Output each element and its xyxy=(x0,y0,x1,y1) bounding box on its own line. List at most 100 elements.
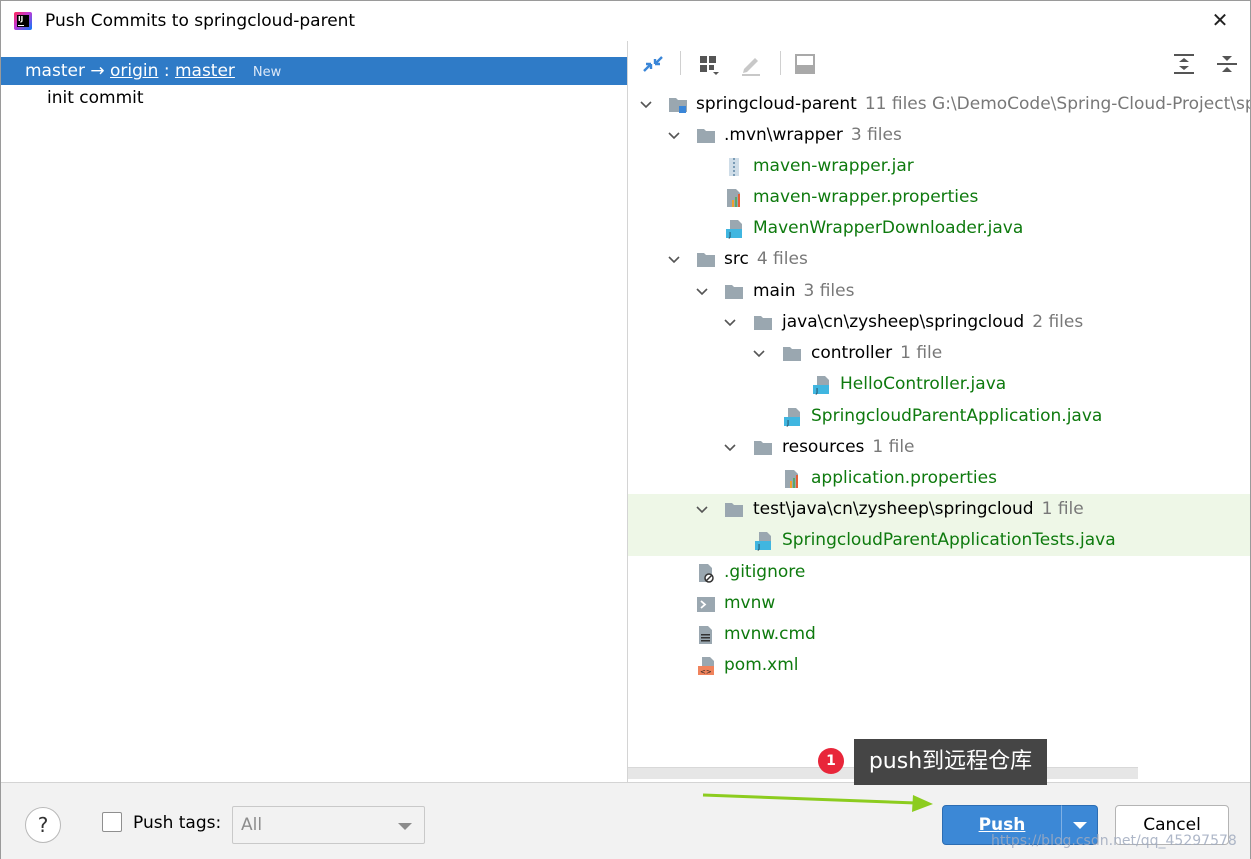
tags-select[interactable]: All xyxy=(232,806,425,844)
tree-row-file[interactable]: <> pom.xml xyxy=(628,650,1250,681)
help-button[interactable]: ? xyxy=(25,807,61,843)
tree-meta: 11 files G:\DemoCode\Spring-Cloud-Projec… xyxy=(864,94,1250,114)
branch-row[interactable]: master → origin : master New xyxy=(1,57,627,85)
text-file-icon xyxy=(699,626,712,644)
shell-script-icon xyxy=(697,597,715,612)
tree-row-file[interactable]: mvnw xyxy=(628,588,1250,619)
commits-panel: master → origin : master New init commit xyxy=(1,41,627,782)
tree-meta: 3 files xyxy=(850,125,902,145)
folder-icon xyxy=(697,253,715,267)
push-commits-dialog: IJ Push Commits to springcloud-parent ✕ … xyxy=(0,0,1251,859)
java-file-icon: J xyxy=(784,408,800,427)
jar-file-icon xyxy=(729,158,739,176)
tree-row-file[interactable]: .gitignore xyxy=(628,557,1250,588)
tree-row-folder[interactable]: controller 1 file xyxy=(628,338,1250,369)
commit-item[interactable]: init commit xyxy=(47,87,144,109)
chevron-down-icon[interactable] xyxy=(724,442,736,454)
tree-label: maven-wrapper.properties xyxy=(753,187,979,207)
chevron-down-icon[interactable] xyxy=(696,286,708,298)
push-button-label: Push xyxy=(978,815,1026,835)
java-file-icon: J xyxy=(755,532,771,551)
folder-icon xyxy=(697,129,715,143)
intellij-logo-icon: IJ xyxy=(14,12,32,30)
tree-label: test\java\cn\zysheep\springcloud xyxy=(753,499,1034,519)
push-tags-label: Push tags: xyxy=(133,813,222,833)
edit-icon[interactable] xyxy=(738,51,764,77)
tree-row-file[interactable]: J SpringcloudParentApplication.java xyxy=(628,401,1250,432)
tree-row-file[interactable]: J HelloController.java xyxy=(628,369,1250,400)
group-by-icon[interactable] xyxy=(696,51,722,77)
push-tags-checkbox[interactable] xyxy=(102,812,122,832)
chevron-down-icon[interactable] xyxy=(724,317,736,329)
tree-label: pom.xml xyxy=(724,655,799,675)
tree-row-folder[interactable]: resources 1 file xyxy=(628,432,1250,463)
chevron-down-icon[interactable] xyxy=(696,504,708,516)
close-button[interactable]: ✕ xyxy=(1205,7,1235,35)
svg-text:J: J xyxy=(786,419,789,427)
tree-label: controller xyxy=(811,343,893,363)
gitignore-file-icon xyxy=(699,564,714,583)
folder-icon xyxy=(783,347,801,361)
tree-meta: 1 file xyxy=(872,437,915,457)
tree-label: .gitignore xyxy=(724,562,806,582)
module-folder-icon xyxy=(669,98,687,113)
chevron-down-icon xyxy=(398,823,412,830)
tree-label: springcloud-parent xyxy=(696,94,857,114)
tree-row-file[interactable]: maven-wrapper.properties xyxy=(628,182,1250,213)
annotation-step-badge: 1 xyxy=(818,748,844,774)
tree-meta: 4 files xyxy=(756,249,808,269)
tree-row-folder[interactable]: main 3 files xyxy=(628,276,1250,307)
files-toolbar xyxy=(628,41,1250,87)
svg-text:J: J xyxy=(757,543,760,551)
chevron-down-icon[interactable] xyxy=(668,130,680,142)
window-title: Push Commits to springcloud-parent xyxy=(45,11,356,31)
tree-label: application.properties xyxy=(811,468,997,488)
remote-link[interactable]: origin xyxy=(110,61,158,81)
branch-separator: : xyxy=(158,61,175,81)
expand-all-icon[interactable] xyxy=(1171,51,1197,77)
folder-icon xyxy=(754,316,772,330)
tree-label: main xyxy=(753,281,796,301)
tree-label: mvnw.cmd xyxy=(724,624,816,644)
svg-text:<>: <> xyxy=(700,668,712,676)
tree-row-folder[interactable]: src 4 files xyxy=(628,244,1250,275)
chevron-down-icon[interactable] xyxy=(668,254,680,266)
tree-row-folder[interactable]: java\cn\zysheep\springcloud 2 files xyxy=(628,307,1250,338)
tree-meta: 2 files xyxy=(1032,312,1084,332)
tree-row-module[interactable]: springcloud-parent 11 files G:\DemoCode\S… xyxy=(628,89,1250,120)
push-arrow: → xyxy=(84,61,111,81)
tree-row-file[interactable]: mvnw.cmd xyxy=(628,619,1250,650)
svg-text:J: J xyxy=(728,231,731,239)
tree-row-file[interactable]: J MavenWrapperDownloader.java xyxy=(628,213,1250,244)
chevron-down-icon[interactable] xyxy=(753,348,765,360)
folder-icon xyxy=(725,285,743,299)
tree-label: src xyxy=(724,249,749,269)
tree-row-file[interactable]: maven-wrapper.jar xyxy=(628,151,1250,182)
tree-row-file[interactable]: J SpringcloudParentApplicationTests.java xyxy=(628,525,1250,556)
chevron-down-icon xyxy=(1073,822,1087,829)
chevron-down-icon[interactable] xyxy=(640,99,652,111)
svg-text:J: J xyxy=(815,387,818,395)
preview-diff-icon[interactable] xyxy=(792,51,818,77)
folder-icon xyxy=(754,441,772,455)
watermark: https://blog.csdn.net/qq_45297578 xyxy=(991,833,1237,849)
tree-meta: 1 file xyxy=(1041,499,1084,519)
title-bar: IJ Push Commits to springcloud-parent ✕ xyxy=(1,1,1250,41)
properties-file-icon xyxy=(785,470,798,488)
tree-label: resources xyxy=(782,437,865,457)
expand-changes-icon[interactable] xyxy=(640,51,666,77)
tree-label: SpringcloudParentApplicationTests.java xyxy=(782,530,1116,550)
tree-row-folder[interactable]: .mvn\wrapper 3 files xyxy=(628,120,1250,151)
tree-row-file[interactable]: application.properties xyxy=(628,463,1250,494)
collapse-all-icon[interactable] xyxy=(1214,51,1240,77)
changed-files-panel: springcloud-parent 11 files G:\DemoCode\S… xyxy=(628,41,1250,782)
tree-label: java\cn\zysheep\springcloud xyxy=(782,312,1025,332)
folder-icon xyxy=(725,503,743,517)
annotation-tooltip: push到远程仓库 xyxy=(854,739,1047,785)
tree-row-folder[interactable]: test\java\cn\zysheep\springcloud 1 file xyxy=(628,494,1250,525)
xml-file-icon: <> xyxy=(698,657,714,676)
local-branch: master xyxy=(25,61,85,81)
remote-branch-link[interactable]: master xyxy=(175,61,235,81)
tree-label: mvnw xyxy=(724,593,776,613)
tree-label: SpringcloudParentApplication.java xyxy=(811,406,1103,426)
